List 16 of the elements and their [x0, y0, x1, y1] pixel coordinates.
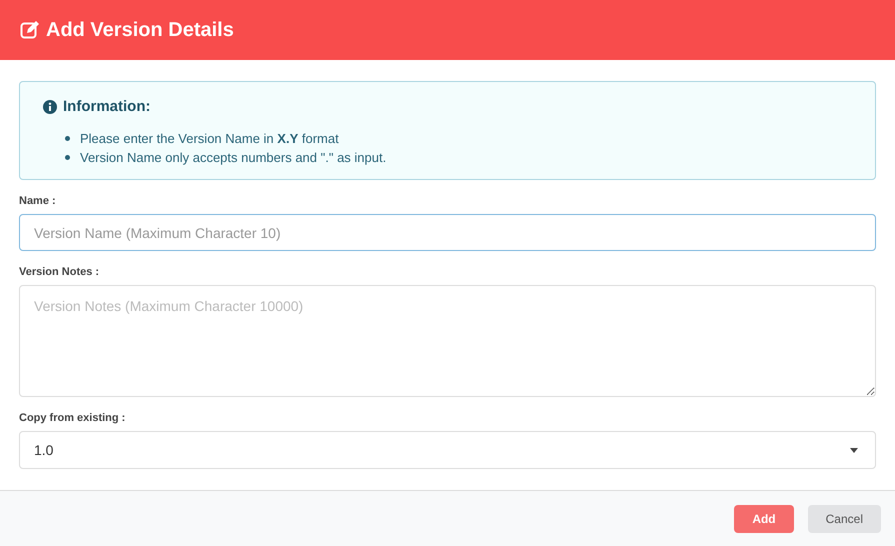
info-text: Please enter the Version Name in X.Y format: [80, 130, 339, 148]
field-label: Copy from existing :: [19, 411, 126, 425]
name-field[interactable]: Version Name (Maximum Character 10): [19, 214, 876, 251]
caret-icon: [850, 448, 858, 452]
info-heading: Information:: [63, 97, 150, 117]
edit-icon: [20, 20, 40, 40]
bullet-icon: [65, 136, 70, 140]
field-label: Name :: [19, 194, 57, 208]
notes-field[interactable]: Version Notes (Maximum Character 10000): [19, 285, 876, 397]
info-icon: [43, 100, 57, 114]
field-label: Version Notes :: [19, 265, 100, 279]
cancel-button[interactable]: Cancel: [808, 504, 881, 532]
bullet-icon: [65, 154, 70, 160]
info-text: Version Name only accepts numbers and "." as input.: [80, 148, 386, 166]
dialog-title: Add Version Details: [46, 18, 234, 43]
version-select[interactable]: 1.0: [19, 431, 876, 469]
